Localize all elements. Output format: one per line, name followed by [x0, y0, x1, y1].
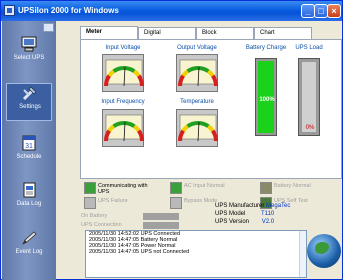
temperature-title: Temperature [180, 99, 214, 105]
ups-model: UPS Model T110 [215, 211, 275, 217]
gauge-scale-band [211, 129, 218, 142]
sidebar-item-schedule[interactable]: 31 Schedule [6, 134, 52, 170]
battery-charge-bar: 100% [255, 58, 277, 136]
calendar-icon: 31 [22, 135, 36, 151]
status-ups-failure: UPS Failure [84, 197, 154, 210]
gauge-scale-band [178, 74, 185, 87]
maximize-button[interactable]: □ [314, 4, 328, 18]
ups-load-value: 0% [305, 125, 315, 131]
sidebar-item-event-log[interactable]: Event Log [6, 229, 52, 265]
document-icon [23, 182, 36, 198]
gauge-dial [104, 114, 144, 142]
status-ac-input-normal: AC Input Normal [170, 182, 240, 195]
bypass-icon [170, 197, 182, 209]
ups-load-bar: 0% [298, 58, 320, 136]
svg-text:31: 31 [25, 143, 33, 150]
window-title: UPSilon 2000 for Windows [18, 6, 119, 15]
sidebar-item-settings[interactable]: Settings [6, 83, 52, 121]
gauge-scale-band [137, 74, 144, 87]
app-icon [4, 5, 15, 16]
gauge-scale-band [104, 74, 111, 87]
ups-connection-indicator [143, 222, 179, 229]
output-voltage-gauge [176, 54, 218, 92]
ups-manufacturer: UPS Manufacturer MegaTec [215, 203, 291, 209]
log-scrollbar[interactable] [299, 231, 306, 277]
sidebar-item-select-ups[interactable]: Select UPS [6, 35, 52, 71]
sidebar: Select UPS Settings 31 Schedule Data Log… [2, 21, 56, 280]
sidebar-item-label: Select UPS [13, 55, 45, 61]
meter-panel: Input Voltage Output Voltage Input Frequ… [80, 39, 342, 179]
plug-icon [84, 182, 96, 194]
battery-charge-value: 100% [259, 97, 275, 103]
ups-load-title: UPS Load [295, 45, 323, 51]
gauge-scale-band [211, 74, 218, 87]
power-icon [170, 182, 182, 194]
main-content: Meter Digital Block Chart Input Voltage … [57, 21, 343, 280]
tab-chart[interactable]: Chart [254, 27, 312, 39]
gauge-scale-band [137, 129, 144, 142]
sidebar-scroll-up-button[interactable] [43, 23, 54, 32]
ups-connection-label: UPS Connection [81, 222, 122, 228]
gauge-dial [104, 59, 144, 87]
app-window: UPSilon 2000 for Windows _ □ × Select UP… [0, 0, 343, 280]
on-battery-label: On Battery [81, 213, 108, 219]
gauge-dial [178, 59, 218, 87]
output-voltage-title: Output Voltage [177, 45, 217, 51]
title-bar[interactable]: UPSilon 2000 for Windows _ □ × [1, 1, 342, 21]
temperature-gauge [176, 109, 218, 147]
computer-icon [21, 36, 37, 52]
globe-icon [307, 234, 341, 268]
ups-load-track [302, 62, 316, 132]
sidebar-item-label: Schedule [16, 154, 42, 160]
battery-icon [260, 182, 272, 194]
input-frequency-gauge [102, 109, 144, 147]
tab-block[interactable]: Block [196, 27, 254, 39]
event-log-list[interactable]: 2005/11/30 14:52:02 UPS Connected 2005/1… [85, 230, 307, 278]
gauge-scale-band [104, 129, 111, 142]
pen-icon [22, 231, 37, 245]
input-voltage-title: Input Voltage [105, 45, 141, 51]
sidebar-item-label: Event Log [15, 249, 43, 255]
warning-icon [84, 197, 96, 209]
battery-charge-title: Battery Charge [245, 45, 287, 51]
input-frequency-title: Input Frequency [101, 99, 145, 105]
on-battery-indicator [143, 213, 179, 220]
list-item: 2005/11/30 14:47:05 UPS not Connected [89, 249, 190, 255]
ups-version: UPS Version V2.0 [215, 219, 275, 225]
sidebar-item-data-log[interactable]: Data Log [6, 181, 52, 217]
gauge-dial [178, 114, 218, 142]
sidebar-item-label: Settings [19, 104, 41, 110]
settings-icon [22, 86, 37, 101]
close-button[interactable]: × [327, 4, 341, 18]
gauge-scale-band [178, 129, 185, 142]
tab-digital[interactable]: Digital [138, 27, 196, 39]
tab-meter[interactable]: Meter [80, 26, 138, 39]
input-voltage-gauge [102, 54, 144, 92]
status-communicating: Communicating with UPS [84, 182, 154, 195]
status-panel: Communicating with UPS AC Input Normal B… [80, 179, 342, 219]
status-battery-normal: Battery Normal [260, 182, 330, 195]
minimize-button[interactable]: _ [301, 4, 315, 18]
sidebar-item-label: Data Log [16, 201, 42, 207]
